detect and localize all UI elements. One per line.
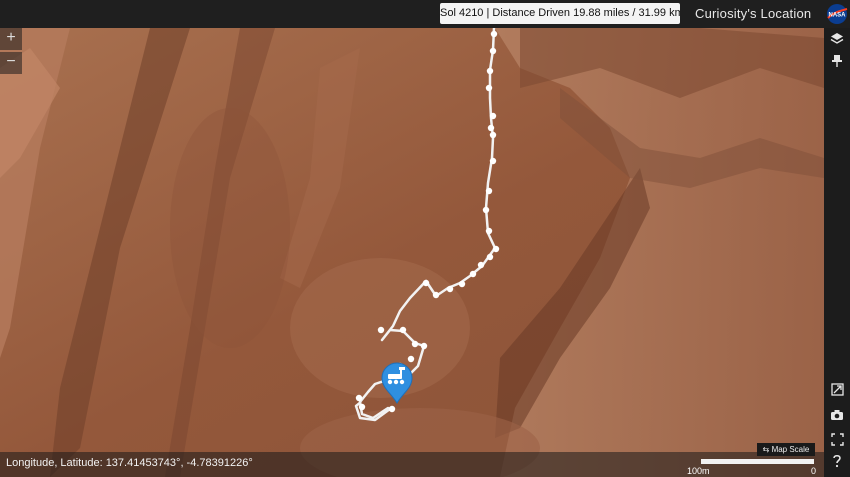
map-scale-button[interactable]: ⇆ Map Scale [757, 443, 815, 456]
zoom-out-button[interactable]: − [0, 52, 22, 74]
expand-icon[interactable] [828, 430, 846, 448]
help-icon[interactable] [828, 452, 846, 470]
scale-end-label: 100m [687, 466, 710, 476]
map-scale-label: Map Scale [771, 445, 810, 454]
map-scale-icon: ⇆ [762, 445, 772, 454]
header-bar: Sol 4210 | Distance Driven 19.88 miles /… [0, 0, 850, 28]
fullscreen-icon[interactable] [828, 380, 846, 398]
mars-terrain-image [0, 28, 824, 477]
scale-bar [701, 459, 814, 464]
camera-icon[interactable] [828, 406, 846, 424]
sol-distance-info: Sol 4210 | Distance Driven 19.88 miles /… [440, 3, 680, 24]
nasa-logo: NASA [827, 4, 848, 24]
right-toolbar [824, 28, 850, 477]
layers-icon[interactable] [828, 30, 846, 48]
coordinates-readout: Longitude, Latitude: 137.41453743°, -4.7… [6, 457, 253, 469]
page-title: Curiosity's Location [695, 6, 812, 21]
scale-start-label: 0 [811, 466, 817, 476]
pin-icon[interactable] [828, 52, 846, 70]
map-view[interactable]: + − [0, 28, 824, 477]
svg-text:NASA: NASA [828, 13, 846, 19]
zoom-in-button[interactable]: + [0, 28, 22, 50]
